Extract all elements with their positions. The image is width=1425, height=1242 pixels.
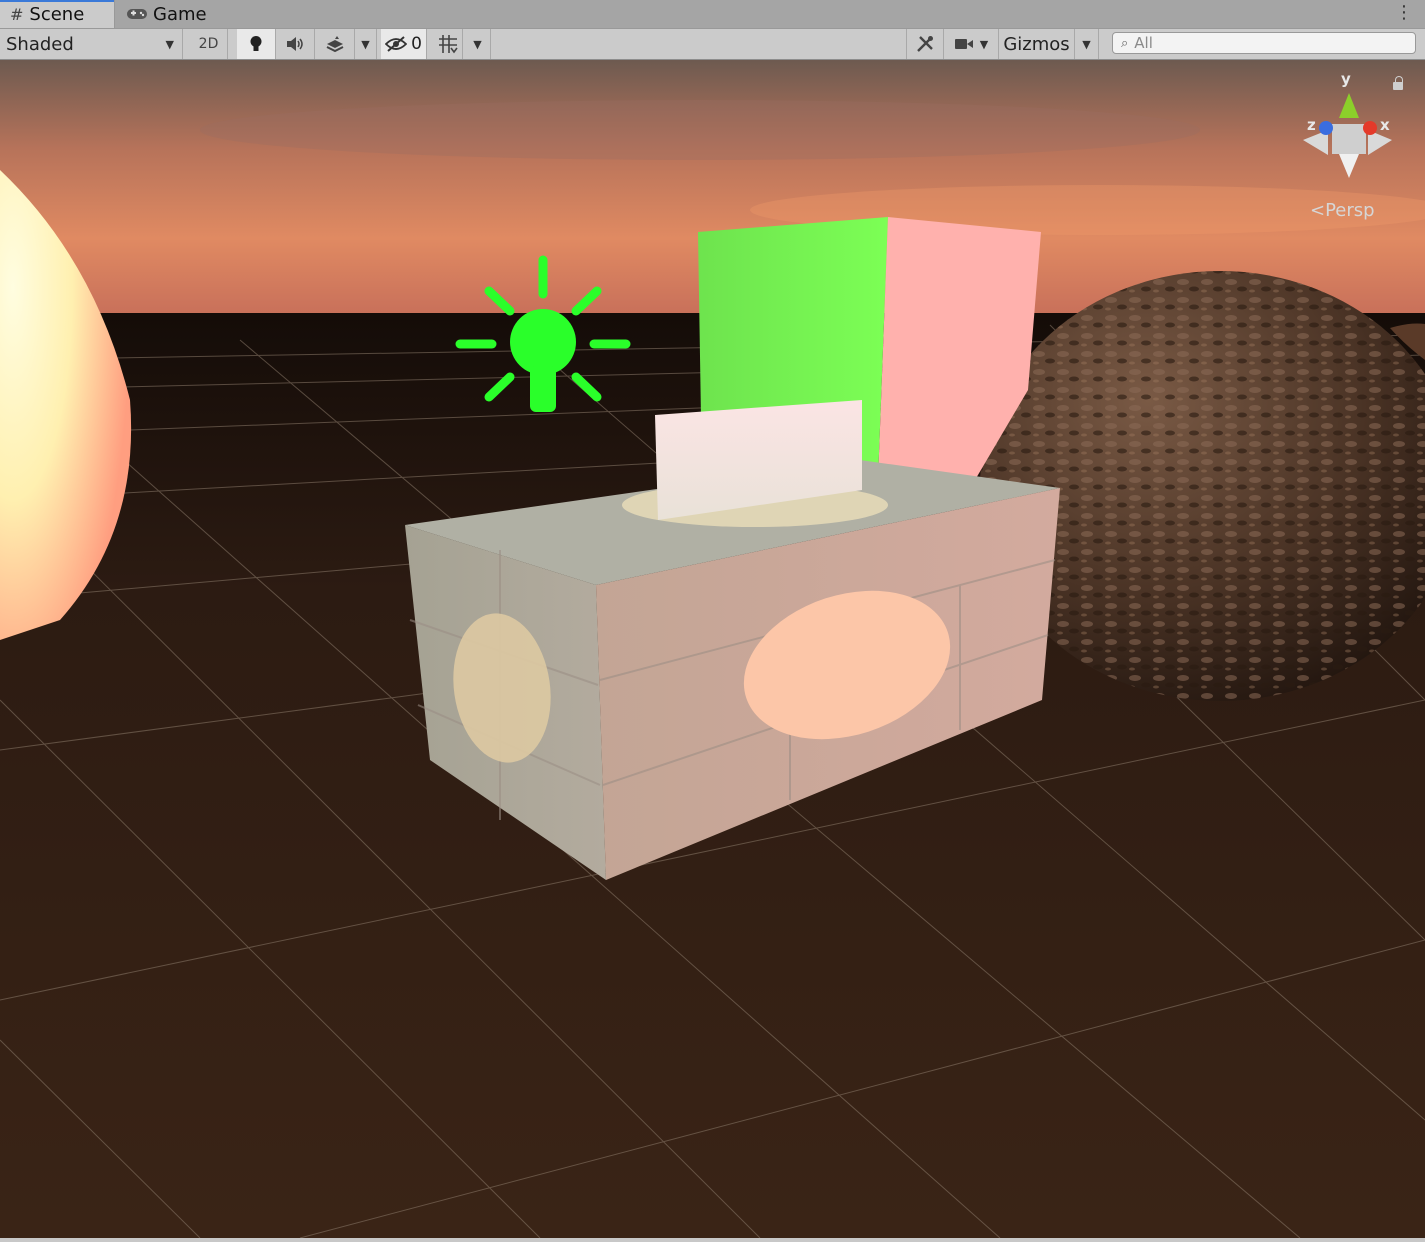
hidden-count: 0 (411, 34, 422, 54)
draw-mode-label: Shaded (6, 33, 74, 55)
search-icon: ⌕ (1121, 35, 1129, 51)
lock-icon[interactable] (1393, 76, 1403, 90)
audio-toggle-button[interactable] (276, 29, 315, 59)
hierarchy-search[interactable]: ⌕ (1112, 32, 1416, 54)
gizmos-toggle-button[interactable]: Gizmos (999, 29, 1075, 59)
scene-viewport[interactable]: y z x <Persp (0, 60, 1425, 1238)
more-options-icon[interactable]: ⋮ (1395, 4, 1413, 22)
viewport-border (0, 1238, 1425, 1242)
tab-scene-label: Scene (29, 3, 85, 25)
camera-icon (954, 39, 973, 49)
tab-scene[interactable]: # Scene (0, 0, 115, 28)
2d-toggle-button[interactable]: 2D (190, 29, 228, 59)
gamepad-icon (127, 9, 147, 19)
chevron-left-icon: < (1310, 200, 1326, 221)
axis-label-y: y (1341, 70, 1351, 88)
chevron-down-icon: ▼ (361, 37, 370, 51)
chevron-down-icon: ▼ (1082, 37, 1091, 51)
chevron-down-icon: ▼ (473, 37, 482, 51)
2d-label: 2D (198, 36, 219, 52)
chevron-down-icon: ▼ (165, 37, 174, 51)
effects-layers-icon (326, 36, 343, 53)
lightbulb-icon (250, 36, 262, 51)
chevron-down-icon: ▼ (979, 37, 989, 51)
effects-dropdown-button[interactable]: ▼ (355, 29, 377, 59)
gizmos-dropdown-button[interactable]: ▼ (1075, 29, 1099, 59)
scene-toolbar: Shaded ▼ 2D ▼ 0 ▼ ▼ Gizmos ▼ ⌕ All (0, 29, 1425, 60)
tab-bar: # Scene Game ⋮ (0, 0, 1425, 29)
tab-game-label: Game (153, 3, 207, 25)
grid-snap-icon (438, 35, 458, 54)
search-input[interactable] (1134, 34, 1385, 52)
visibility-icon (385, 36, 408, 52)
camera-settings-button[interactable]: ▼ (944, 29, 999, 59)
gizmos-label: Gizmos (1003, 33, 1070, 55)
scene-render: y z x (0, 60, 1425, 1238)
axis-label-z: z (1307, 116, 1316, 134)
tools-icon (917, 36, 933, 52)
projection-toggle[interactable]: <Persp (1310, 200, 1375, 221)
grid-snap-button[interactable] (433, 29, 463, 59)
axis-label-x: x (1380, 116, 1390, 134)
grid-icon: # (10, 4, 24, 24)
tools-button[interactable] (906, 29, 944, 59)
scene-visibility-button[interactable]: 0 (381, 29, 427, 59)
audio-icon (287, 37, 303, 51)
projection-label: Persp (1325, 200, 1375, 221)
effects-toggle-button[interactable] (315, 29, 355, 59)
draw-mode-dropdown[interactable]: Shaded ▼ (0, 29, 183, 59)
tab-game[interactable]: Game (126, 0, 207, 28)
lighting-toggle-button[interactable] (237, 29, 276, 59)
grid-dropdown-button[interactable]: ▼ (465, 29, 491, 59)
